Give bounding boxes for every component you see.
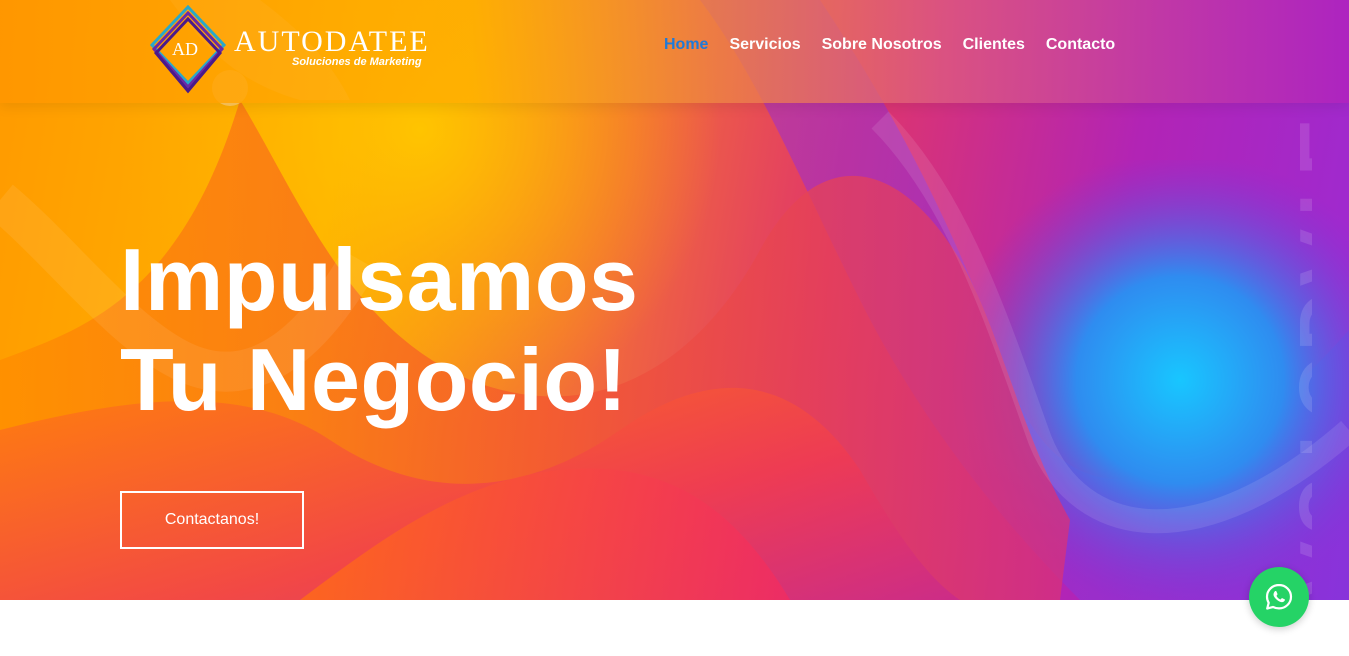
logo-initials: AD [172,39,198,59]
watermark-text: AUTODATE [1282,117,1312,600]
main-nav: Home Servicios Sobre Nosotros Clientes C… [664,36,1136,54]
hero-headline-line-2: Tu Negocio! [120,330,628,429]
hero-headline-line-1: Impulsamos [120,230,639,329]
site-header: AD AUTODATEE Soluciones de Marketing Hom… [0,0,1349,103]
nav-item-servicios[interactable]: Servicios [729,36,800,54]
whatsapp-button[interactable] [1249,567,1309,627]
nav-item-home[interactable]: Home [664,36,708,54]
brand-tagline: Soluciones de Marketing [292,56,422,68]
contact-cta-button[interactable]: Contactanos! [120,491,304,549]
hero-headline: Impulsamos Tu Negocio! [120,230,638,430]
brand-logo[interactable]: AD AUTODATEE Soluciones de Marketing [148,5,448,97]
nav-item-contacto[interactable]: Contacto [1046,36,1115,54]
nav-item-sobre-nosotros[interactable]: Sobre Nosotros [822,36,942,54]
hero-section: AUTODATE AD AUTODATEE Soluciones de Mark… [0,0,1349,600]
nav-item-clientes[interactable]: Clientes [963,36,1025,54]
brand-name: AUTODATEE [234,25,430,58]
whatsapp-icon [1265,583,1293,610]
hero-watermark: AUTODATE [1222,105,1312,600]
